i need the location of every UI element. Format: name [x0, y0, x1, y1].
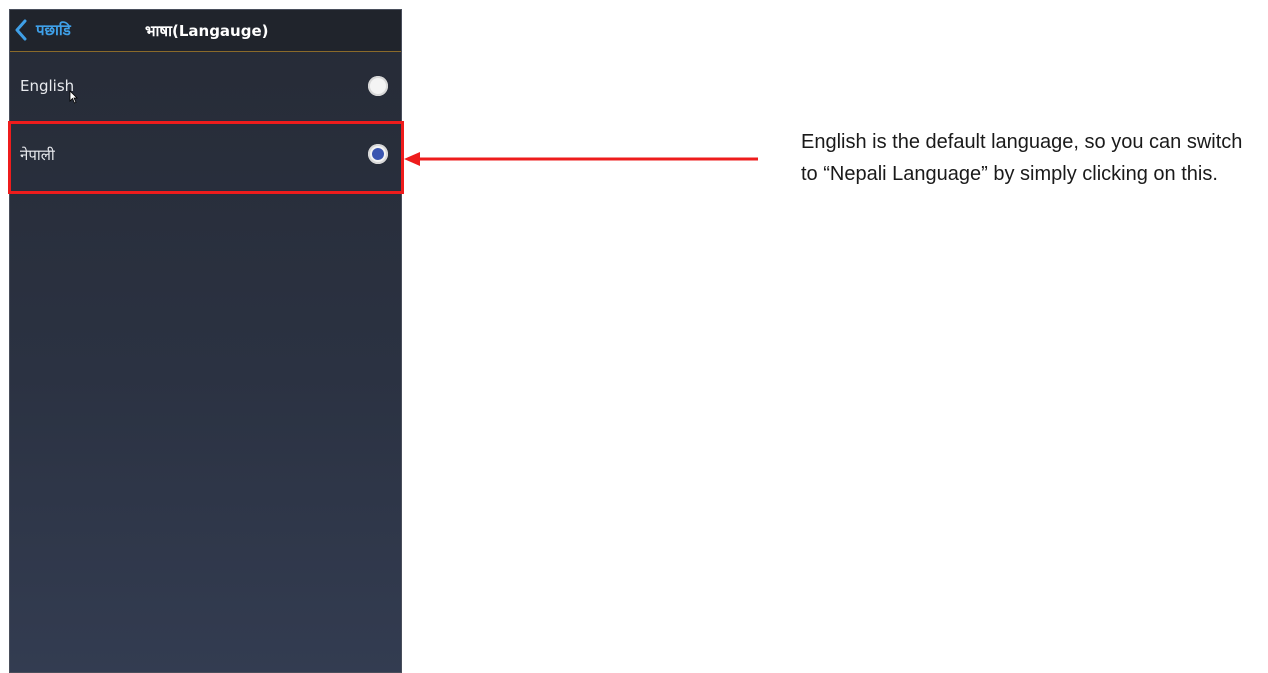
- page-title: भाषा(Langauge): [145, 22, 269, 40]
- highlight-box: [8, 121, 404, 194]
- back-button[interactable]: पछाडि: [14, 16, 71, 44]
- language-option-english[interactable]: English: [10, 54, 401, 120]
- back-label: पछाडि: [36, 21, 71, 39]
- annotation-text: English is the default language, so you …: [801, 131, 1243, 185]
- language-label: English: [20, 77, 75, 95]
- chevron-left-icon: [15, 19, 27, 41]
- arrow-left-icon: [404, 152, 758, 166]
- phone-screen: पछाडि भाषा(Langauge) English नेपाली: [9, 9, 402, 673]
- mouse-pointer-icon: [69, 90, 78, 104]
- app-bar: पछाडि भाषा(Langauge): [10, 10, 401, 52]
- radio-button[interactable]: [368, 76, 388, 96]
